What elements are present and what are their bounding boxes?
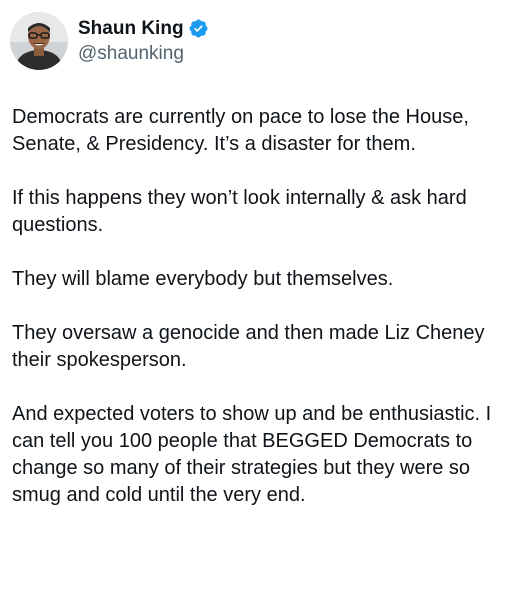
tweet-paragraph: They oversaw a genocide and then made Li… [12, 322, 485, 371]
tweet-text: Democrats are currently on pace to lose … [12, 104, 512, 509]
verified-badge-icon[interactable] [188, 18, 209, 39]
user-handle[interactable]: @shaunking [78, 42, 209, 66]
tweet-header: Shaun King @shaunking [10, 12, 209, 70]
profile-photo-icon [10, 12, 68, 70]
avatar[interactable] [10, 12, 68, 70]
name-row: Shaun King [78, 17, 209, 41]
tweet-paragraph: They will blame everybody but themselves… [12, 268, 394, 290]
tweet-paragraph: And expected voters to show up and be en… [12, 403, 492, 506]
tweet-paragraph: Democrats are currently on pace to lose … [12, 106, 469, 155]
tweet-paragraph: If this happens they won’t look internal… [12, 187, 467, 236]
display-name[interactable]: Shaun King [78, 17, 184, 41]
author-info: Shaun King @shaunking [78, 17, 209, 66]
